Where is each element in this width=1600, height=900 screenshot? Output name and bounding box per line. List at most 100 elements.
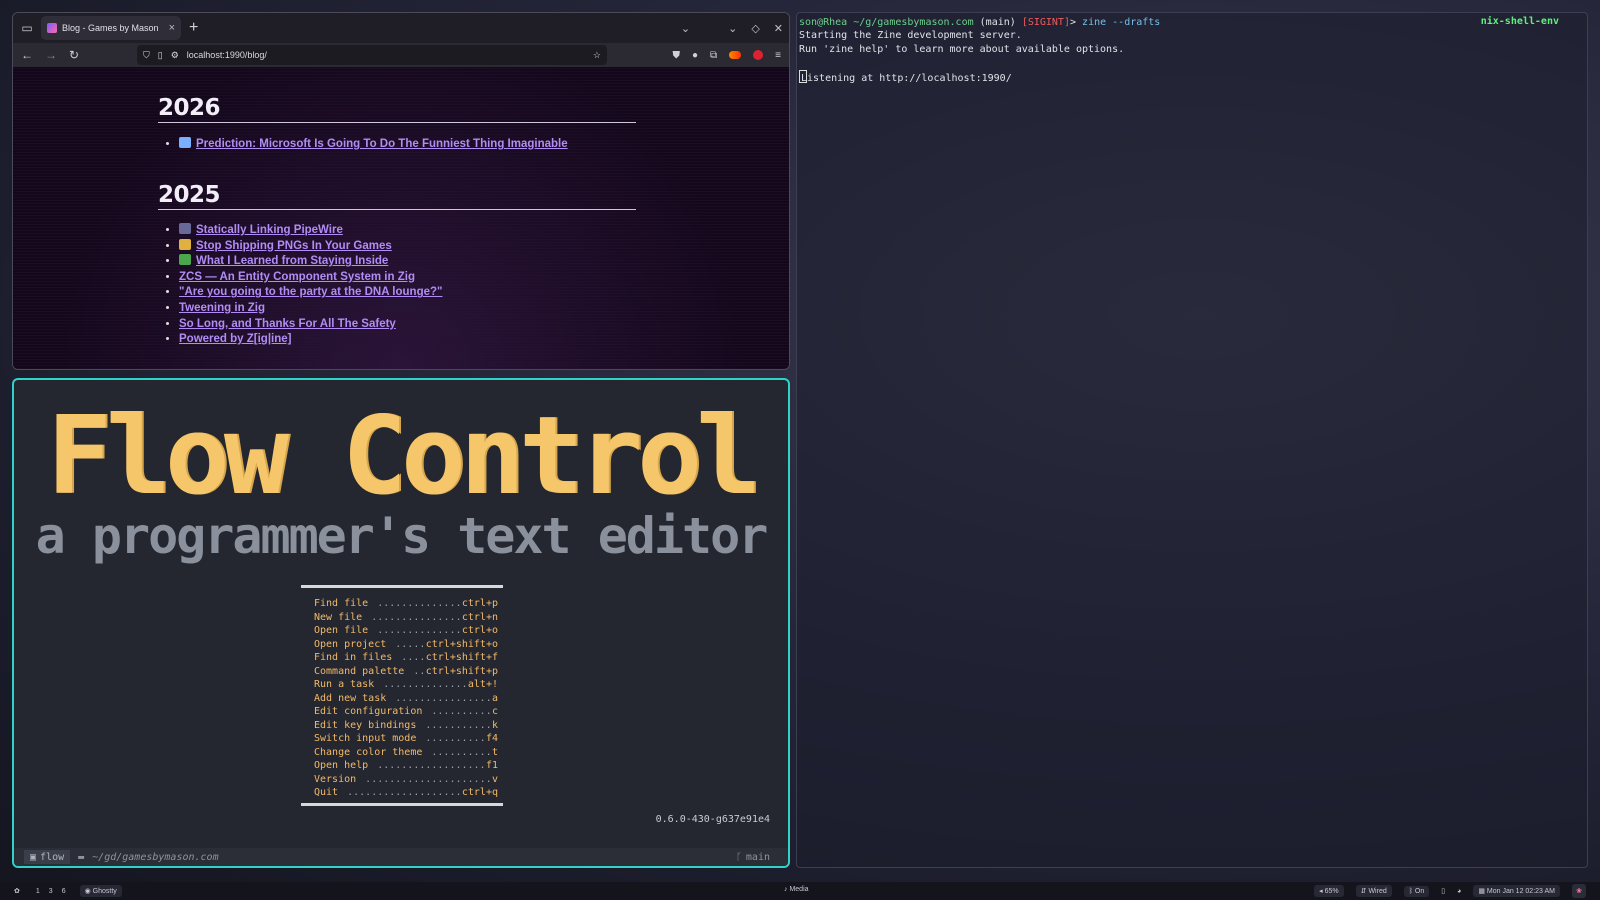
prompt-path: ~/g/gamesbymason.com <box>853 17 974 28</box>
list-item: Powered by Z[ig|ine] <box>179 332 442 348</box>
menu-item-shortcut: f1 <box>485 760 498 771</box>
project-path: ~/gd/gamesbymason.com <box>92 851 219 863</box>
extension-icon[interactable] <box>729 51 742 59</box>
post-link[interactable]: "Are you going to the party at the DNA l… <box>179 286 442 298</box>
menu-item[interactable]: Change color theme .....................… <box>314 746 498 760</box>
post-link[interactable]: Prediction: Microsoft Is Going To Do The… <box>196 138 568 150</box>
media-widget[interactable]: ♪ Media <box>784 886 809 893</box>
menu-item[interactable]: Add new task ...........................… <box>314 692 498 706</box>
tab-list-icon[interactable]: ▭ <box>17 18 37 38</box>
menu-item[interactable]: Command palette ........................… <box>314 665 498 679</box>
workspace-list: 1 3 6 <box>36 888 66 895</box>
reload-icon[interactable]: ↻ <box>69 48 79 62</box>
post-link[interactable]: Statically Linking PipeWire <box>196 224 343 236</box>
menu-item[interactable]: New file ...............................… <box>314 611 498 625</box>
menu-item-leader: ........................................… <box>431 706 492 717</box>
menu-item[interactable]: Version ................................… <box>314 773 498 787</box>
menu-item-label: Edit configuration <box>314 706 423 717</box>
window-maximize-icon[interactable]: ◇ <box>751 22 759 35</box>
menu-item[interactable]: Open file ..............................… <box>314 624 498 638</box>
clipboard-icon[interactable]: ▯ <box>1441 887 1445 895</box>
editor-title: Flow Control <box>46 394 761 519</box>
list-item: Tweening in Zig <box>179 301 442 317</box>
menu-item[interactable]: Edit key bindings ......................… <box>314 719 498 733</box>
clock-label: Mon Jan 12 02:23 AM <box>1486 888 1555 895</box>
chevron-down-icon[interactable]: ⌄ <box>681 22 690 35</box>
menu-item-label: Switch input mode <box>314 733 417 744</box>
active-app-label: Ghostty <box>92 888 117 895</box>
prompt-symbol: > <box>1069 17 1077 28</box>
menu-item[interactable]: Open help ..............................… <box>314 759 498 773</box>
terminal-window[interactable]: son@Rhea ~/g/gamesbymason.com (main) [SI… <box>796 12 1588 868</box>
menu-item-label: Quit <box>314 787 339 798</box>
menu-item[interactable]: Find file ..............................… <box>314 597 498 611</box>
menu-item-shortcut: f4 <box>485 733 498 744</box>
new-tab-icon[interactable]: + <box>189 20 198 36</box>
prompt-user: son@Rhea <box>799 17 848 28</box>
volume-widget[interactable]: ◂ 65% <box>1314 885 1344 897</box>
post-list: Statically Linking PipeWire Stop Shippin… <box>161 223 442 348</box>
flow-editor-window[interactable]: Flow Control a programmer's text editor … <box>12 378 790 868</box>
workspace-button[interactable]: 6 <box>62 888 66 895</box>
account-icon[interactable]: ● <box>692 50 698 61</box>
list-item: Prediction: Microsoft Is Going To Do The… <box>179 137 568 153</box>
workspace-button[interactable]: 1 <box>36 888 40 895</box>
menu-item-leader: ........................................… <box>377 625 462 636</box>
close-tab-icon[interactable]: × <box>169 22 175 34</box>
menu-item-leader: ........................................… <box>365 773 492 785</box>
notification-icon[interactable]: ❀ <box>1572 884 1586 898</box>
mode-label: flow <box>40 851 65 863</box>
permissions-icon[interactable]: ⚙ <box>171 50 179 61</box>
menu-item[interactable]: Find in files ..........................… <box>314 651 498 665</box>
pocket-icon[interactable]: ⛊ <box>672 50 680 61</box>
shield-icon[interactable]: ⛉ <box>143 50 150 61</box>
launcher-icon[interactable]: ✿ <box>14 887 20 895</box>
list-item: ZCS — An Entity Component System in Zig <box>179 270 442 286</box>
post-link[interactable]: Tweening in Zig <box>179 302 265 314</box>
active-app[interactable]: ◉ Ghostty <box>79 885 122 897</box>
list-item: Statically Linking PipeWire <box>179 223 442 239</box>
prompt-branch: (main) <box>979 17 1016 28</box>
menu-item-shortcut: c <box>491 706 498 717</box>
bluetooth-widget[interactable]: ᛒ On <box>1403 885 1430 897</box>
menu-item-leader: ........................................… <box>425 733 486 744</box>
output-line: Run 'zine help' to learn more about avai… <box>799 43 1125 55</box>
menu-item-leader: ........................................… <box>395 692 492 704</box>
divider <box>301 803 503 806</box>
menu-item[interactable]: Quit ...................................… <box>314 786 498 800</box>
network-widget[interactable]: ⇵ Wired <box>1355 885 1392 897</box>
post-link[interactable]: What I Learned from Staying Inside <box>196 255 388 267</box>
blog-page: 2026 Prediction: Microsoft Is Going To D… <box>13 67 789 369</box>
url-bar[interactable]: ⛉ ▯ ⚙ localhost:1990/blog/ ☆ <box>137 45 607 65</box>
menu-item[interactable]: Edit configuration .....................… <box>314 705 498 719</box>
window-close-icon[interactable]: ✕ <box>774 22 783 35</box>
browser-window: ▭ Blog - Games by Mason × + ⌄ ⌄ ◇ ✕ ← → … <box>12 12 790 370</box>
extensions-icon[interactable]: ⧉ <box>710 50 717 61</box>
menu-item-shortcut: t <box>491 746 498 758</box>
post-link[interactable]: Stop Shipping PNGs In Your Games <box>196 240 392 252</box>
ublock-icon[interactable] <box>753 50 764 60</box>
menu-icon[interactable]: ≡ <box>775 50 781 61</box>
home-menu: Find file ..............................… <box>314 597 498 800</box>
clock-widget[interactable]: ▦ Mon Jan 12 02:23 AM <box>1473 885 1560 897</box>
post-link[interactable]: So Long, and Thanks For All The Safety <box>179 318 396 330</box>
menu-item-leader: ........................................… <box>371 611 462 623</box>
url-text[interactable]: localhost:1990/blog/ <box>187 50 585 60</box>
post-link[interactable]: Powered by Z[ig|ine] <box>179 333 291 345</box>
discord-icon[interactable]: ◕ <box>1457 888 1461 895</box>
windows-emoji-icon <box>179 137 191 148</box>
menu-item[interactable]: Switch input mode ......................… <box>314 732 498 746</box>
menu-item-shortcut: ctrl+p <box>461 598 498 609</box>
back-icon[interactable]: ← <box>21 48 33 62</box>
menu-item-leader: ........................................… <box>413 665 426 677</box>
forward-icon[interactable]: → <box>45 48 57 62</box>
bookmark-star-icon[interactable]: ☆ <box>593 50 601 61</box>
menu-item[interactable]: Run a task .............................… <box>314 678 498 692</box>
branch-label: main <box>745 851 770 863</box>
menu-item[interactable]: Open project ...........................… <box>314 638 498 652</box>
speaker-emoji-icon <box>179 223 191 234</box>
browser-tab[interactable]: Blog - Games by Mason × <box>41 16 181 40</box>
window-minimize-icon[interactable]: ⌄ <box>728 22 737 35</box>
workspace-button[interactable]: 3 <box>49 888 53 895</box>
post-link[interactable]: ZCS — An Entity Component System in Zig <box>179 271 415 283</box>
